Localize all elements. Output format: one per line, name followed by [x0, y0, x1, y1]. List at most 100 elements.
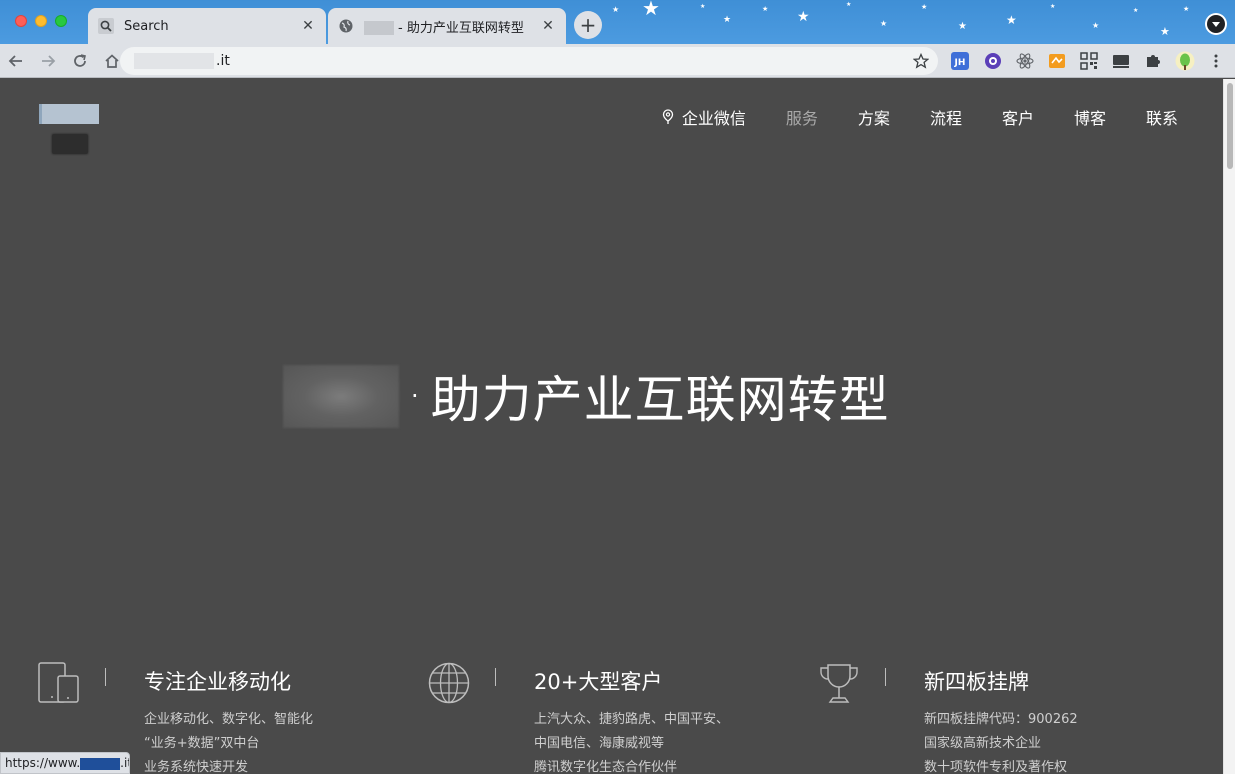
feature-heading: 专注企业移动化	[144, 670, 291, 694]
scrollbar-thumb[interactable]	[1227, 83, 1233, 169]
puzzle-extensions-icon[interactable]	[1144, 52, 1162, 70]
feature-line: 数十项软件专利及著作权	[924, 760, 1068, 774]
nav-item-wecom[interactable]: 企业微信	[662, 105, 746, 129]
url-text: .it	[216, 53, 230, 69]
orange-extension-icon[interactable]	[1048, 52, 1066, 70]
theme-star-decoration: ★	[1183, 5, 1190, 13]
browser-toolbar: .it JH	[0, 44, 1235, 78]
location-pin-icon	[662, 109, 676, 125]
theme-star-decoration: ★	[642, 0, 660, 20]
site-logo[interactable]	[39, 104, 99, 124]
globe-icon	[428, 662, 470, 704]
feature-line: 腾讯数字化生态合作伙伴	[534, 760, 678, 774]
nav-item-contact[interactable]: 联系	[1146, 105, 1178, 129]
arrow-right-icon	[42, 55, 56, 67]
tab-site[interactable]: - 助力产业互联网转型 ✕	[328, 8, 566, 44]
hero-title: 助力产业互联网转型	[430, 371, 890, 429]
reload-icon	[74, 54, 86, 67]
theme-star-decoration: ★	[1092, 21, 1100, 30]
theme-star-decoration: ★	[1160, 25, 1170, 38]
hero-heading: · 助力产业互联网转型	[283, 364, 890, 429]
theme-star-decoration: ★	[1006, 13, 1017, 27]
home-button[interactable]	[102, 51, 122, 71]
theme-star-decoration: ★	[846, 1, 852, 8]
window-minimize-button[interactable]	[35, 15, 47, 27]
kebab-menu-icon[interactable]	[1207, 52, 1225, 70]
globe-icon	[338, 18, 354, 34]
redacted-url	[134, 53, 214, 69]
feature-line: 国家级高新技术企业	[924, 736, 1042, 751]
feature-line: 新四板挂牌代码：900262	[924, 712, 1078, 727]
close-icon[interactable]: ✕	[540, 18, 556, 34]
back-button[interactable]	[6, 51, 26, 71]
theme-star-decoration: ★	[797, 9, 810, 25]
search-icon	[98, 18, 114, 34]
window-close-button[interactable]	[15, 15, 27, 27]
nav-item-blog[interactable]: 博客	[1074, 105, 1106, 129]
feature-heading: 新四板挂牌	[924, 670, 1029, 694]
feature-line: 业务系统快速开发	[144, 760, 249, 774]
arrow-left-icon	[8, 55, 22, 67]
nav-item-process[interactable]: 流程	[930, 105, 962, 129]
theme-star-decoration: ★	[921, 3, 928, 11]
react-devtools-icon[interactable]	[1016, 52, 1034, 70]
feature-divider	[885, 668, 886, 686]
close-icon[interactable]: ✕	[300, 18, 316, 34]
tab-title-text: - 助力产业互联网转型	[398, 20, 524, 36]
link-status-bubble: https://www. .it	[0, 752, 130, 774]
forward-button[interactable]	[38, 51, 58, 71]
nav-item-services[interactable]: 服务	[786, 105, 818, 129]
feature-heading: 20+大型客户	[534, 670, 663, 694]
theme-star-decoration: ★	[723, 15, 732, 25]
tab-search[interactable]: Search ✕	[88, 8, 326, 44]
theme-star-decoration: ★	[1133, 7, 1139, 14]
bookmark-star-icon[interactable]	[912, 52, 930, 70]
mobile-devices-icon	[38, 662, 80, 704]
theme-star-decoration: ★	[880, 19, 888, 28]
feature-divider	[105, 668, 106, 686]
trophy-icon	[818, 662, 860, 704]
redacted-text	[364, 21, 394, 35]
new-tab-button[interactable]: +	[574, 11, 602, 39]
tab-title: - 助力产业互联网转型	[364, 17, 540, 36]
theme-star-decoration: ★	[958, 21, 967, 32]
qr-code-icon[interactable]	[1080, 52, 1098, 70]
home-icon	[105, 54, 119, 68]
chevron-down-icon	[1207, 15, 1225, 33]
nav-item-clients[interactable]: 客户	[1002, 105, 1034, 129]
feature-line: 企业移动化、数字化、智能化	[144, 712, 314, 727]
tab-strip: ★ ★ ★ ★ ★ ★ ★ ★ ★ ★ ★ ★ ★ ★ ★ ★ Search ✕…	[0, 0, 1235, 44]
feature-clients: 20+大型客户 上汽大众、捷豹路虎、中国平安、 中国电信、海康威视等 腾讯数字化…	[428, 662, 788, 774]
page-viewport: 企业微信 服务 方案 流程 客户 博客 联系 · 助力产业互联网转型 专注企业移…	[0, 79, 1223, 774]
feature-line: “业务+数据”双中台	[144, 736, 260, 751]
feature-listing: 新四板挂牌 新四板挂牌代码：900262 国家级高新技术企业 数十项软件专利及著…	[818, 662, 1178, 774]
cast-icon[interactable]	[1112, 52, 1130, 70]
feature-line: 上汽大众、捷豹路虎、中国平安、	[534, 712, 730, 727]
redacted-brand-name	[283, 364, 399, 428]
window-zoom-button[interactable]	[55, 15, 67, 27]
status-url-prefix: https://www.	[5, 756, 81, 770]
profile-avatar-icon[interactable]	[1175, 51, 1195, 71]
logo-badge	[52, 134, 88, 154]
theme-star-decoration: ★	[700, 3, 706, 10]
svg-text:JH: JH	[954, 58, 966, 68]
tab-title: Search	[124, 18, 169, 34]
theme-star-decoration: ★	[762, 5, 769, 13]
tab-search-menu-button[interactable]	[1205, 13, 1227, 35]
jh-extension-icon[interactable]: JH	[951, 52, 969, 70]
hero-separator: ·	[411, 382, 419, 410]
theme-star-decoration: ★	[1050, 3, 1056, 10]
page-scrollbar[interactable]	[1223, 79, 1235, 774]
theme-star-decoration: ★	[612, 5, 620, 14]
address-bar[interactable]: .it	[120, 47, 938, 75]
feature-divider	[495, 668, 496, 686]
nav-item-solutions[interactable]: 方案	[858, 105, 890, 129]
feature-line: 中国电信、海康威视等	[534, 736, 665, 751]
w-extension-icon[interactable]	[984, 52, 1002, 70]
status-url-suffix: .it	[120, 756, 129, 770]
plus-icon: +	[579, 13, 597, 37]
nav-item-label: 企业微信	[681, 109, 746, 128]
main-nav: 企业微信 服务 方案 流程 客户 博客 联系	[662, 105, 1178, 129]
reload-button[interactable]	[70, 51, 90, 71]
redacted-url	[80, 757, 121, 770]
